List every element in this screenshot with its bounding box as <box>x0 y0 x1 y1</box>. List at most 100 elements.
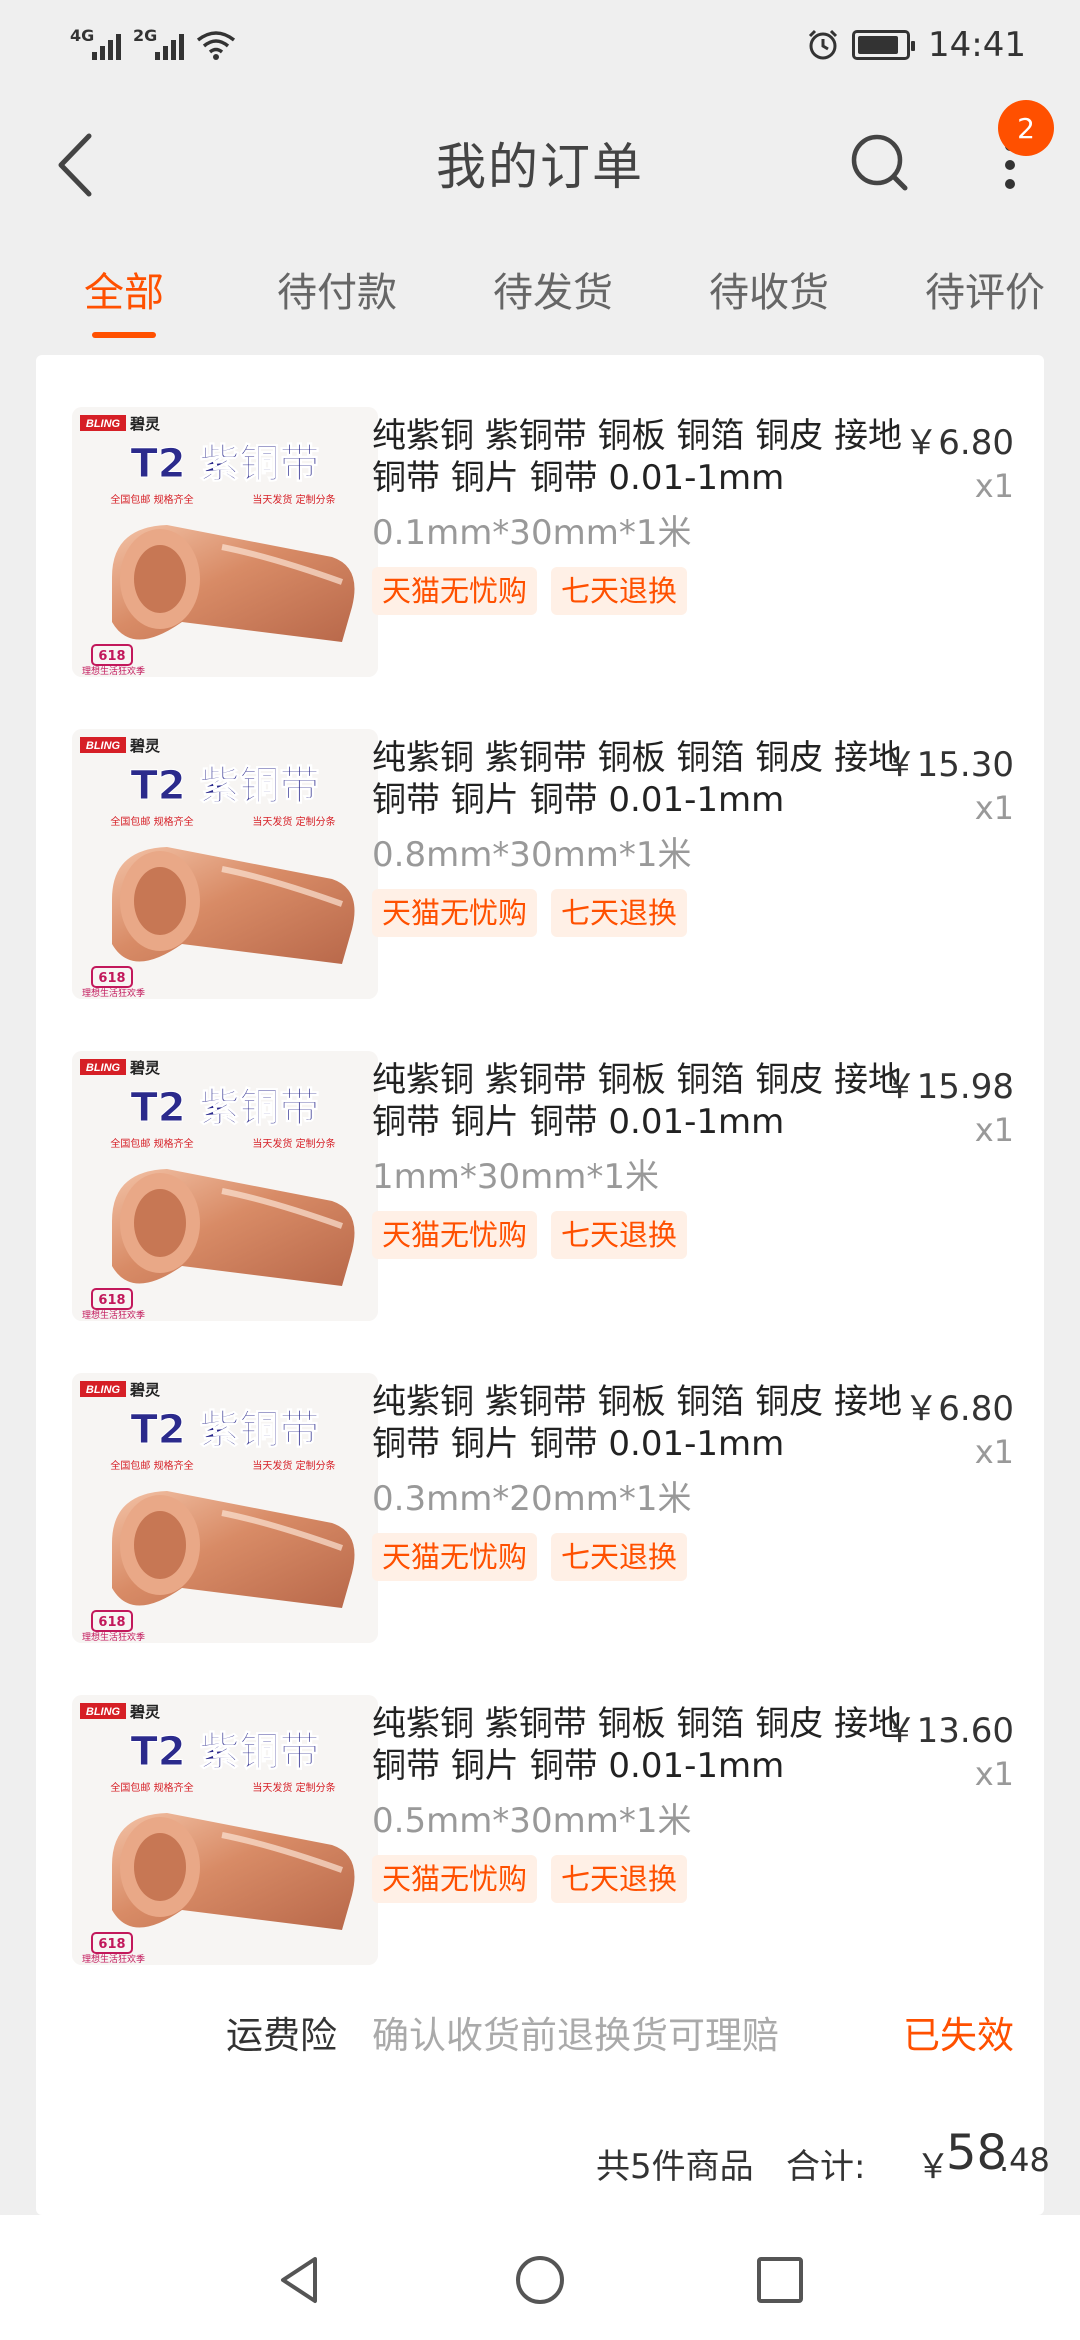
tag-seven-day-return: 七天退换 <box>551 1211 688 1259</box>
product-thumbnail[interactable]: BLING 碧灵 T2 紫铜带 全国包邮 规格齐全 当天发货 定制分条 618 … <box>72 407 378 677</box>
image-brand-cn: 碧灵 <box>129 737 161 755</box>
tag-tmall-worry-free: 天猫无忧购 <box>372 889 538 937</box>
wifi-icon <box>196 31 236 60</box>
alarm-icon <box>808 29 838 60</box>
order-list-screen: 4G 2G 14:41 我的订单 2 全部 待付款 待发货 待收货 待评价 BL… <box>0 0 1080 2340</box>
image-promo-sub: 理想生活狂欢季 <box>82 665 145 677</box>
signal-2g-icon: 2G <box>133 26 184 60</box>
image-sub-right: 当天发货 定制分条 <box>252 1781 335 1794</box>
tab-all[interactable]: 全部 <box>84 268 164 338</box>
order-item[interactable]: BLING 碧灵 T2 紫铜带 全国包邮 规格齐全 当天发货 定制分条 618 … <box>36 355 1044 677</box>
service-tags: 天猫无忧购 七天退换 <box>372 1855 688 1903</box>
image-promo: 618 <box>98 1937 125 1952</box>
nav-home-button[interactable] <box>505 2245 575 2315</box>
product-quantity: x1 <box>974 1433 1014 1471</box>
total-integer: 58 <box>946 2125 1008 2181</box>
image-brand-cn: 碧灵 <box>129 1059 161 1077</box>
item-count: 共5件商品 <box>596 2147 754 2187</box>
status-bar-left: 4G 2G <box>70 26 236 60</box>
tab-pending-receipt[interactable]: 待收货 <box>709 268 829 338</box>
image-headline: T2 紫铜带 <box>130 763 319 809</box>
product-thumbnail[interactable]: BLING 碧灵 T2 紫铜带 全国包邮 规格齐全 当天发货 定制分条 618 … <box>72 1051 378 1321</box>
image-sub-left: 全国包邮 规格齐全 <box>110 1137 193 1150</box>
product-price: ￥13.60 <box>882 1711 1014 1751</box>
insurance-description: 确认收货前退换货可理赔 <box>372 2014 779 2057</box>
tab-pending-shipment[interactable]: 待发货 <box>493 268 613 338</box>
product-spec: 0.1mm*30mm*1米 <box>372 513 692 553</box>
product-spec: 1mm*30mm*1米 <box>372 1157 660 1197</box>
tab-pending-review[interactable]: 待评价 <box>925 268 1045 338</box>
image-brand: BLING <box>86 1384 121 1396</box>
insurance-status: 已失效 <box>903 2014 1014 2057</box>
image-brand: BLING <box>86 1062 121 1074</box>
back-arrow-icon <box>58 133 92 197</box>
nav-recents-button[interactable] <box>745 2245 815 2315</box>
image-headline: T2 紫铜带 <box>130 1729 319 1775</box>
image-promo-sub: 理想生活狂欢季 <box>82 1309 145 1321</box>
nav-back-button[interactable] <box>265 2245 335 2315</box>
product-title[interactable]: 纯紫铜 紫铜带 铜板 铜箔 铜皮 接地铜带 铜片 铜带 0.01-1mm <box>372 737 912 821</box>
order-item[interactable]: BLING 碧灵 T2 紫铜带 全国包邮 规格齐全 当天发货 定制分条 618 … <box>36 1643 1044 1965</box>
product-thumbnail[interactable]: BLING 碧灵 T2 紫铜带 全国包邮 规格齐全 当天发货 定制分条 618 … <box>72 1695 378 1965</box>
product-title[interactable]: 纯紫铜 紫铜带 铜板 铜箔 铜皮 接地铜带 铜片 铜带 0.01-1mm <box>372 1059 912 1143</box>
copper-strip-product-image: BLING 碧灵 T2 紫铜带 全国包邮 规格齐全 当天发货 定制分条 618 … <box>72 729 378 999</box>
image-brand: BLING <box>86 1706 121 1718</box>
total-label: 合计: <box>786 2147 866 2187</box>
product-quantity: x1 <box>974 467 1014 505</box>
battery-icon <box>852 30 916 60</box>
image-promo-sub: 理想生活狂欢季 <box>82 1953 145 1965</box>
copper-strip-product-image: BLING 碧灵 T2 紫铜带 全国包邮 规格齐全 当天发货 定制分条 618 … <box>72 1695 378 1965</box>
signal-4g-label: 4G <box>70 26 95 45</box>
image-sub-left: 全国包邮 规格齐全 <box>110 1459 193 1472</box>
tag-seven-day-return: 七天退换 <box>551 889 688 937</box>
copper-strip-product-image: BLING 碧灵 T2 紫铜带 全国包邮 规格齐全 当天发货 定制分条 618 … <box>72 1373 378 1643</box>
app-header: 我的订单 <box>0 95 1080 230</box>
tab-pending-payment[interactable]: 待付款 <box>277 268 397 338</box>
total-currency: ￥ <box>916 2147 950 2187</box>
order-item[interactable]: BLING 碧灵 T2 紫铜带 全国包邮 规格齐全 当天发货 定制分条 618 … <box>36 1321 1044 1643</box>
image-headline: T2 紫铜带 <box>130 1407 319 1453</box>
total-decimal: .48 <box>999 2141 1050 2179</box>
service-tags: 天猫无忧购 七天退换 <box>372 1533 688 1581</box>
product-thumbnail[interactable]: BLING 碧灵 T2 紫铜带 全国包邮 规格齐全 当天发货 定制分条 618 … <box>72 1373 378 1643</box>
image-sub-right: 当天发货 定制分条 <box>252 1459 335 1472</box>
signal-4g-icon: 4G <box>70 26 121 60</box>
search-button[interactable] <box>845 128 915 198</box>
clock: 14:41 <box>928 25 1026 65</box>
nav-recents-icon <box>757 2257 803 2303</box>
product-quantity: x1 <box>974 1111 1014 1149</box>
product-price: ￥6.80 <box>904 1389 1014 1429</box>
tag-seven-day-return: 七天退换 <box>551 1855 688 1903</box>
tag-tmall-worry-free: 天猫无忧购 <box>372 567 538 615</box>
search-icon <box>851 134 908 191</box>
tag-tmall-worry-free: 天猫无忧购 <box>372 1211 538 1259</box>
order-item[interactable]: BLING 碧灵 T2 紫铜带 全国包邮 规格齐全 当天发货 定制分条 618 … <box>36 677 1044 999</box>
order-item[interactable]: BLING 碧灵 T2 紫铜带 全国包邮 规格齐全 当天发货 定制分条 618 … <box>36 999 1044 1321</box>
product-price: ￥6.80 <box>904 423 1014 463</box>
image-sub-right: 当天发货 定制分条 <box>252 1137 335 1150</box>
image-headline: T2 紫铜带 <box>130 1085 319 1131</box>
nav-home-icon <box>516 2256 564 2304</box>
back-button[interactable] <box>40 125 110 205</box>
product-title[interactable]: 纯紫铜 紫铜带 铜板 铜箔 铜皮 接地铜带 铜片 铜带 0.01-1mm <box>372 1703 912 1787</box>
image-sub-left: 全国包邮 规格齐全 <box>110 1781 193 1794</box>
shipping-insurance-row[interactable]: 运费险 确认收货前退换货可理赔 已失效 <box>36 1995 1044 2075</box>
product-title[interactable]: 纯紫铜 紫铜带 铜板 铜箔 铜皮 接地铜带 铜片 铜带 0.01-1mm <box>372 1381 912 1465</box>
order-card: BLING 碧灵 T2 紫铜带 全国包邮 规格齐全 当天发货 定制分条 618 … <box>36 355 1050 2215</box>
image-sub-right: 当天发货 定制分条 <box>252 815 335 828</box>
product-title[interactable]: 纯紫铜 紫铜带 铜板 铜箔 铜皮 接地铜带 铜片 铜带 0.01-1mm <box>372 415 912 499</box>
tag-tmall-worry-free: 天猫无忧购 <box>372 1855 538 1903</box>
tag-tmall-worry-free: 天猫无忧购 <box>372 1533 538 1581</box>
image-promo: 618 <box>98 649 125 664</box>
product-price: ￥15.30 <box>882 745 1014 785</box>
product-spec: 0.8mm*30mm*1米 <box>372 835 692 875</box>
image-brand-cn: 碧灵 <box>129 415 161 433</box>
image-sub-left: 全国包邮 规格齐全 <box>110 815 193 828</box>
image-promo-sub: 理想生活狂欢季 <box>82 987 145 999</box>
product-spec: 0.5mm*30mm*1米 <box>372 1801 692 1841</box>
image-brand: BLING <box>86 740 121 752</box>
order-summary: 共5件商品 合计: ￥ 58 .48 <box>36 2125 1050 2195</box>
product-thumbnail[interactable]: BLING 碧灵 T2 紫铜带 全国包邮 规格齐全 当天发货 定制分条 618 … <box>72 729 378 999</box>
product-quantity: x1 <box>974 789 1014 827</box>
status-bar-right: 14:41 <box>806 25 1026 65</box>
